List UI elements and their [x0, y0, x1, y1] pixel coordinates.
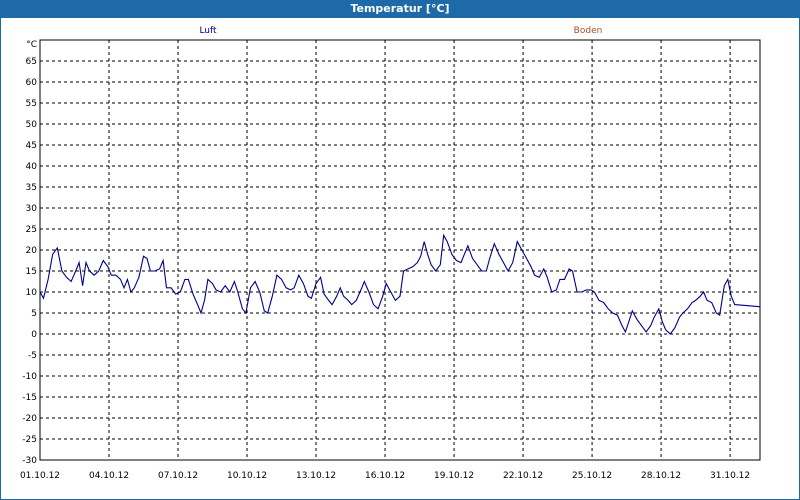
y-axis-ticks: -30 -25 -20 -15 -10 -5 0 5 10 15 20 25 30 35 40 45 50 55 6… [22, 40, 37, 466]
x-tick-label: 28.10.12 [641, 471, 681, 481]
y-tick-label: 20 [26, 246, 38, 256]
legend: Luft Boden [199, 26, 602, 36]
y-tick-label: 25 [26, 225, 37, 235]
y-unit-label: °C [26, 40, 37, 50]
y-tick-label: 0 [31, 330, 37, 340]
y-tick-label: 35 [26, 183, 37, 193]
y-tick-label: 45 [26, 141, 37, 151]
grid [39, 39, 761, 461]
x-tick-label: 22.10.12 [503, 471, 543, 481]
y-tick-label: 55 [26, 99, 37, 109]
x-tick-label: 25.10.12 [572, 471, 612, 481]
y-tick-label: -25 [22, 435, 37, 445]
y-tick-label: -20 [22, 414, 37, 424]
legend-item-luft: Luft [199, 26, 217, 36]
x-tick-label: 01.10.12 [20, 471, 60, 481]
temperature-chart: -30 -25 -20 -15 -10 -5 0 5 10 15 20 25 30 35 40 45 50 55 6… [20, 26, 761, 481]
x-tick-label: 19.10.12 [434, 471, 474, 481]
y-tick-label: 5 [31, 309, 37, 319]
y-tick-label: -15 [22, 393, 37, 403]
y-tick-label: -10 [22, 372, 37, 382]
y-tick-label: 15 [26, 267, 37, 277]
y-tick-label: 10 [26, 288, 38, 298]
y-tick-label: 65 [26, 57, 37, 67]
x-tick-label: 10.10.12 [227, 471, 267, 481]
x-tick-label: 04.10.12 [89, 471, 129, 481]
x-axis-ticks: 01.10.12 04.10.12 07.10.12 10.10.12 13.10.12… [20, 471, 750, 481]
y-tick-label: 30 [26, 204, 38, 214]
y-tick-label: 50 [26, 120, 38, 130]
y-tick-label: 40 [26, 162, 38, 172]
x-tick-label: 31.10.12 [710, 471, 750, 481]
y-tick-label: -5 [28, 351, 37, 361]
x-tick-label: 16.10.12 [365, 471, 405, 481]
y-tick-label: -30 [22, 456, 37, 466]
x-tick-label: 13.10.12 [296, 471, 336, 481]
legend-item-boden: Boden [574, 26, 603, 36]
x-tick-label: 07.10.12 [158, 471, 198, 481]
y-tick-label: 60 [26, 78, 38, 88]
